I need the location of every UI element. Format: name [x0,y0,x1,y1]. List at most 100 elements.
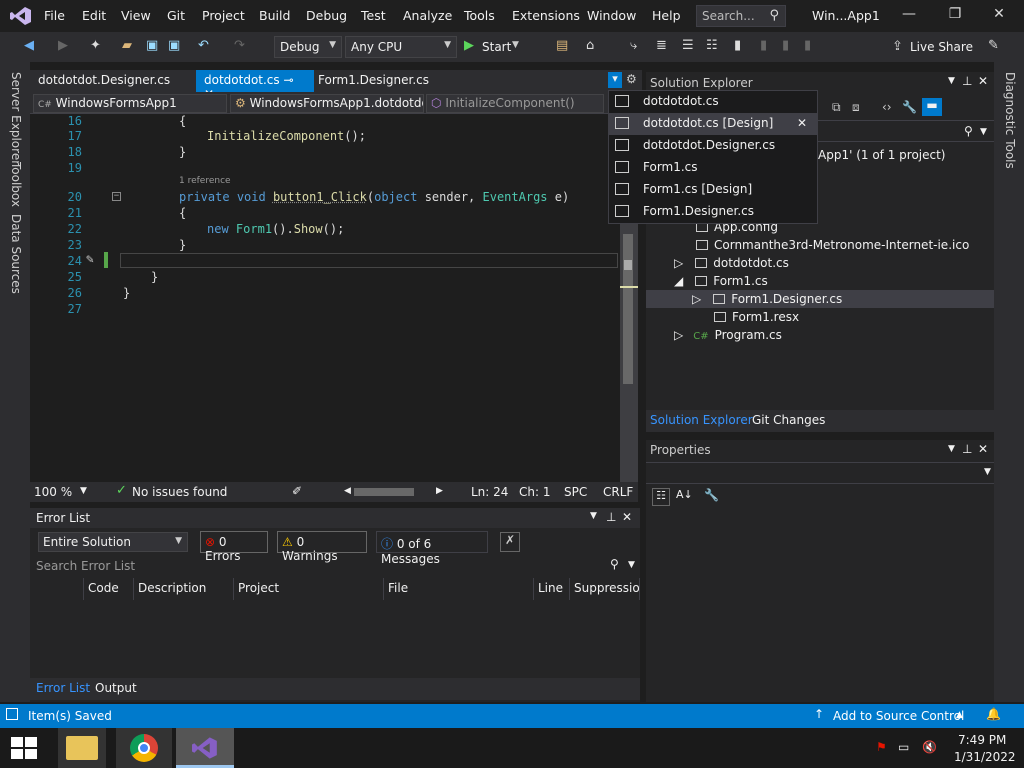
clear-filter-icon[interactable]: ✗ [500,532,520,552]
brush-icon[interactable]: ✐ [292,484,302,498]
dropdown-item-form1-designer[interactable]: Form1.Designer.cs [609,201,817,223]
tab-dotdotdot-cs[interactable]: dotdotdot.cs ⊸ ✕ [196,70,314,101]
home-icon[interactable]: ⌂ [586,38,594,53]
column-header-file[interactable]: File [384,578,534,600]
flag-icon[interactable]: ⚑ [876,740,887,754]
save-all-icon[interactable]: ▣ [168,38,180,53]
back-icon[interactable]: ◀ [24,38,34,53]
column-header-code[interactable]: Code [84,578,134,600]
platform-select[interactable]: Any CPU ▼ [345,36,457,58]
object-select[interactable] [646,462,994,484]
close-icon[interactable]: ✕ [978,442,988,456]
clear-bookmark-icon[interactable]: ▮ [804,38,811,53]
messages-filter-button[interactable]: ⓘ 0 of 6 Messages [376,531,488,566]
format-icon[interactable]: ≣ [656,38,667,53]
menu-file[interactable]: File [44,8,65,23]
new-project-icon[interactable]: ✦ [90,38,101,53]
line-ending-indicator[interactable]: CRLF [603,485,633,499]
sync-icon[interactable]: ⧉ [832,100,841,115]
class-select[interactable]: ⚙ WindowsFormsApp1.dotdotdo [230,94,424,113]
line-indicator[interactable]: Ln: 24 [471,485,508,499]
windows-start-icon[interactable] [11,737,37,759]
tab-output[interactable]: Output [95,681,137,695]
arrow-up-icon[interactable]: ↑ [814,707,824,721]
chevron-down-icon[interactable]: ▼ [980,127,987,137]
errors-filter-button[interactable]: ⊗ 0 Errors [200,531,268,563]
tree-item-program[interactable]: ▷ C# Program.cs [674,328,782,342]
menu-edit[interactable]: Edit [82,8,106,23]
clock-time[interactable]: 7:49 PM [958,733,1006,747]
warnings-filter-button[interactable]: ⚠ 0 Warnings [277,531,367,563]
scrollbar-thumb[interactable] [623,234,633,384]
start-play-icon[interactable]: ▶ [464,38,474,53]
column-header-line[interactable]: Line [534,578,570,600]
live-share-icon[interactable]: ⇪ [892,39,903,54]
search-icon[interactable]: ⚲ [964,124,973,138]
code-editor[interactable]: 16 17 18 19 20 21 22 23 24 25 26 27 − ✎ … [30,114,620,482]
tab-dotdotdot-designer[interactable]: dotdotdot.Designer.cs [30,70,196,92]
tab-form1-designer[interactable]: Form1.Designer.cs [310,70,440,92]
add-to-source-control-button[interactable]: Add to Source Control [833,709,964,723]
tree-item-icon-file[interactable]: Cornmanthe3rd-Metronome-Internet-ie.ico [696,238,969,252]
menu-analyze[interactable]: Analyze [403,8,452,23]
chevron-down-icon[interactable]: ▼ [590,511,597,521]
minimize-icon[interactable]: — [894,6,924,22]
prev-bookmark-icon[interactable]: ▮ [760,38,767,53]
collapse-toggle-icon[interactable]: − [112,192,121,201]
pin-icon[interactable]: ⊸ [283,73,293,87]
collapse-arrow-icon[interactable]: ◢ [674,274,683,288]
notifications-bell-icon[interactable]: 🔔 [986,707,1001,721]
horizontal-scroll-thumb[interactable] [354,488,414,496]
project-select[interactable]: C# WindowsFormsApp1 [33,94,227,113]
tree-item-dotdotdot[interactable]: ▷ dotdotdot.cs [674,256,789,270]
alphabetical-icon[interactable]: A↓ [676,488,693,501]
quick-action-icon[interactable]: ✎ [86,252,94,267]
tab-git-changes[interactable]: Git Changes [752,413,825,427]
step-icon[interactable]: ⤷ [630,38,637,53]
close-icon[interactable]: ✕ [797,116,807,130]
close-icon[interactable]: ✕ [978,74,988,88]
dropdown-item-dotdotdot-design[interactable]: dotdotdot.cs [Design] ✕ [609,113,817,135]
dropdown-item-dotdotdot-designer[interactable]: dotdotdot.Designer.cs [609,135,817,157]
chevron-down-icon[interactable]: ▼ [628,560,635,570]
menu-build[interactable]: Build [259,8,290,23]
next-bookmark-icon[interactable]: ▮ [782,38,789,53]
view-code-icon[interactable]: ‹› [882,100,892,114]
search-icon[interactable]: ⚲ [610,557,619,571]
pin-icon[interactable]: ⊥ [606,510,616,524]
browse-folder-icon[interactable]: ▤ [556,38,568,53]
live-share-button[interactable]: Live Share [910,40,973,54]
error-search-input[interactable]: Search Error List [36,559,135,573]
menu-tools[interactable]: Tools [464,8,495,23]
preview-icon[interactable]: ▬ [922,98,942,116]
collapse-all-icon[interactable]: ⧈ [852,100,860,115]
dropdown-item-form1-cs[interactable]: Form1.cs [609,157,817,179]
menu-test[interactable]: Test [361,8,386,23]
expand-arrow-icon[interactable]: ▷ [692,292,701,306]
solution-node[interactable]: App1' (1 of 1 project) [818,148,945,162]
chevron-down-icon[interactable]: ▼ [512,40,519,50]
maximize-icon[interactable]: ❐ [940,6,970,22]
expand-arrow-icon[interactable]: ▷ [674,256,683,270]
close-window-icon[interactable]: ✕ [984,6,1014,22]
column-header-description[interactable]: Description [134,578,234,600]
menu-extensions[interactable]: Extensions [512,8,580,23]
dropdown-item-dotdotdot-cs[interactable]: dotdotdot.cs [609,91,817,113]
menu-view[interactable]: View [121,8,151,23]
tree-item-form1[interactable]: ◢ Form1.cs [674,274,768,288]
indent-icon[interactable]: ☰ [682,38,694,53]
search-input[interactable]: Search... ⚲ [696,5,786,27]
volume-muted-icon[interactable]: 🔇 [922,740,937,754]
column-header-project[interactable]: Project [234,578,384,600]
menu-window[interactable]: Window [587,8,636,23]
expand-arrow-icon[interactable]: ▷ [674,328,683,342]
whitespace-indicator[interactable]: SPC [564,485,587,499]
tab-solution-explorer[interactable]: Solution Explorer [650,413,753,427]
toolbox-tab[interactable]: Toolbox [9,162,23,207]
pin-icon[interactable]: ⊥ [962,74,972,88]
menu-help[interactable]: Help [652,8,681,23]
settings-gear-icon[interactable]: ⚙ [626,72,637,86]
chevron-down-icon[interactable]: ▼ [948,444,955,454]
visual-studio-taskbar-button[interactable] [176,728,234,768]
close-icon[interactable]: ✕ [622,510,632,524]
